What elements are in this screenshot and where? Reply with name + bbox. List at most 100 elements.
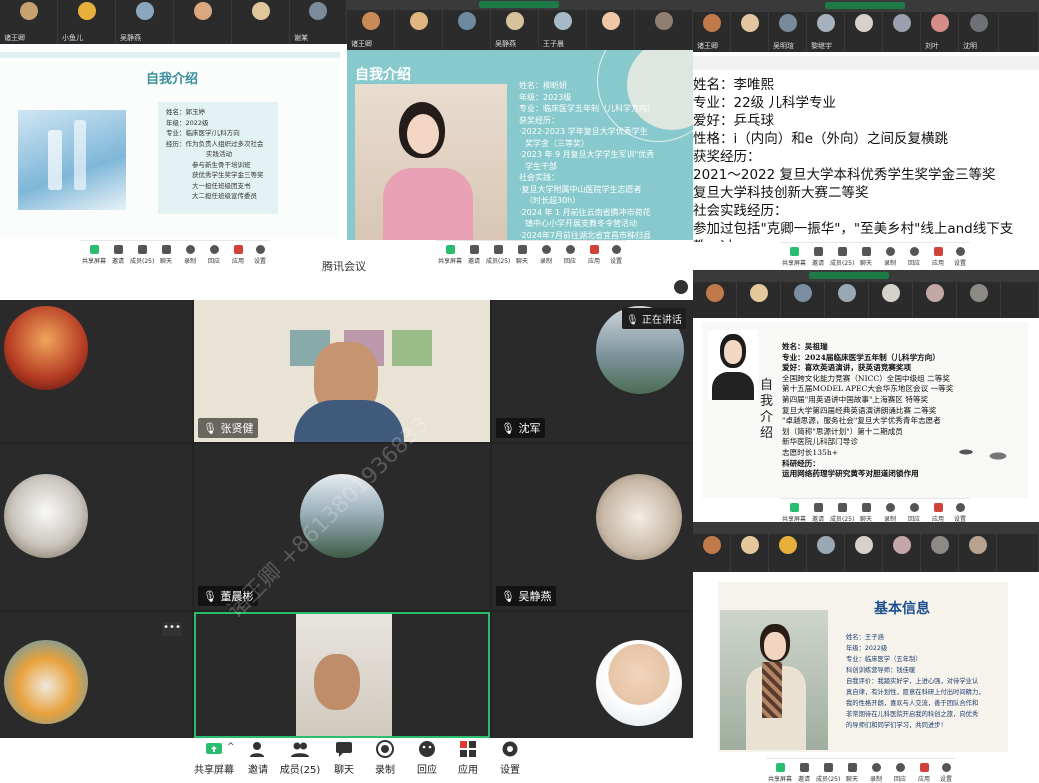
- participant-thumb[interactable]: [807, 534, 845, 572]
- participant-thumb[interactable]: [883, 534, 921, 572]
- toolbar-button[interactable]: 录制: [878, 503, 902, 523]
- participant-thumb[interactable]: [731, 534, 769, 572]
- video-tile-active[interactable]: [194, 612, 490, 738]
- avatar: [193, 2, 212, 20]
- participant-thumb[interactable]: [587, 10, 635, 50]
- participant-thumb[interactable]: 诸王卿: [347, 10, 395, 50]
- participant-thumb[interactable]: [845, 534, 883, 572]
- toolbar-button[interactable]: 成员(25): [830, 247, 854, 267]
- toolbar-button[interactable]: 设置: [248, 245, 272, 265]
- participant-thumb[interactable]: [693, 282, 737, 318]
- toolbar-button[interactable]: 录制: [864, 763, 888, 783]
- participant-thumb[interactable]: [997, 534, 1039, 572]
- toolbar-button[interactable]: 邀请: [806, 503, 830, 523]
- toolbar-button[interactable]: 邀请: [806, 247, 830, 267]
- participant-thumb[interactable]: [737, 282, 781, 318]
- toolbar-button[interactable]: 邀请: [792, 763, 816, 783]
- participant-thumb[interactable]: 吴明瑄: [769, 12, 807, 52]
- participant-thumb[interactable]: 诸王卿: [693, 12, 731, 52]
- toolbar-button[interactable]: 共享屏幕: [438, 245, 462, 265]
- toolbar-button[interactable]: 共享屏幕: [782, 247, 806, 267]
- participant-thumb[interactable]: [232, 0, 290, 44]
- participant-thumb[interactable]: [869, 282, 913, 318]
- slide-line: 专业：临床医学/儿科方向: [166, 129, 240, 137]
- chat-button[interactable]: 聊天: [322, 740, 366, 776]
- video-tile[interactable]: [492, 612, 693, 738]
- participant-thumb[interactable]: 谢某: [290, 0, 347, 44]
- toolbar-button[interactable]: 邀请: [462, 245, 486, 265]
- toolbar-button[interactable]: 设置: [604, 245, 628, 265]
- invite-button[interactable]: 邀请: [236, 740, 280, 776]
- video-tile-speaker[interactable]: 🎙 张贤健: [194, 300, 490, 442]
- toolbar-button[interactable]: 设置: [948, 503, 972, 523]
- participant-thumb[interactable]: [693, 534, 731, 572]
- toolbar-button[interactable]: 回应: [202, 245, 226, 265]
- participant-thumb[interactable]: [1001, 282, 1039, 318]
- toolbar-button[interactable]: 共享屏幕: [768, 763, 792, 783]
- settings-button[interactable]: 设置: [488, 740, 532, 776]
- participant-thumb[interactable]: [174, 0, 232, 44]
- participant-thumb[interactable]: 吴静燕: [116, 0, 174, 44]
- participant-thumb[interactable]: 黎继宇: [807, 12, 845, 52]
- toolbar-button[interactable]: 聊天: [840, 763, 864, 783]
- participant-thumb[interactable]: [395, 10, 443, 50]
- record-button[interactable]: 录制: [363, 740, 407, 776]
- participant-thumb[interactable]: [443, 10, 491, 50]
- video-tile[interactable]: [0, 300, 192, 442]
- participant-thumb[interactable]: 诸王卿: [0, 0, 58, 44]
- participant-thumb[interactable]: [921, 534, 959, 572]
- participant-thumb[interactable]: [845, 12, 883, 52]
- toolbar-button[interactable]: 应用: [926, 503, 950, 523]
- toolbar-button[interactable]: 应用: [582, 245, 606, 265]
- toolbar-button[interactable]: 录制: [178, 245, 202, 265]
- video-tile[interactable]: [0, 444, 192, 610]
- participant-thumb[interactable]: [957, 282, 1001, 318]
- toolbar-button[interactable]: 成员(25): [486, 245, 510, 265]
- toolbar-button[interactable]: 回应: [902, 503, 926, 523]
- toolbar-button[interactable]: 共享屏幕: [82, 245, 106, 265]
- toolbar-button[interactable]: 聊天: [854, 503, 878, 523]
- toolbar-button[interactable]: 应用: [226, 245, 250, 265]
- toolbar-button[interactable]: 应用: [926, 247, 950, 267]
- video-tile[interactable]: •••: [0, 612, 192, 738]
- participant-thumb[interactable]: [781, 282, 825, 318]
- video-tile[interactable]: 🎙 正在讲话 🎙 沈军: [492, 300, 693, 442]
- toolbar-button[interactable]: 邀请: [106, 245, 130, 265]
- toolbar-button[interactable]: 共享屏幕: [782, 503, 806, 523]
- toolbar-button[interactable]: 成员(25): [830, 503, 854, 523]
- participant-thumb[interactable]: 沈明: [959, 12, 999, 52]
- participant-thumb[interactable]: 刘叶: [921, 12, 959, 52]
- participant-thumb[interactable]: [825, 282, 869, 318]
- video-tile[interactable]: 🎙 吴静燕: [492, 444, 693, 610]
- toolbar-button[interactable]: 录制: [878, 247, 902, 267]
- reaction-button[interactable]: 回应: [405, 740, 449, 776]
- toolbar-button[interactable]: 设置: [948, 247, 972, 267]
- participant-name: 谢某: [294, 34, 308, 42]
- participant-thumb[interactable]: [913, 282, 957, 318]
- toolbar-button[interactable]: 录制: [534, 245, 558, 265]
- participant-thumb[interactable]: [731, 12, 769, 52]
- toolbar-button[interactable]: 回应: [902, 247, 926, 267]
- toolbar-button[interactable]: 应用: [912, 763, 936, 783]
- participant-thumb[interactable]: 小鱼儿: [58, 0, 116, 44]
- toolbar-button[interactable]: 回应: [558, 245, 582, 265]
- participant-thumb[interactable]: 王子晨: [539, 10, 587, 50]
- slide-line: 年级：2022级: [166, 118, 209, 127]
- apps-button[interactable]: 应用: [446, 740, 490, 776]
- toolbar-button[interactable]: 成员(25): [130, 245, 154, 265]
- toolbar-button[interactable]: 聊天: [154, 245, 178, 265]
- more-options-icon[interactable]: •••: [162, 622, 182, 636]
- toolbar-button[interactable]: 设置: [934, 763, 958, 783]
- participant-thumb[interactable]: [999, 12, 1039, 52]
- participant-thumb[interactable]: [959, 534, 997, 572]
- participant-thumb[interactable]: [883, 12, 921, 52]
- toolbar-button[interactable]: 聊天: [854, 247, 878, 267]
- participant-thumb[interactable]: 吴静燕: [491, 10, 539, 50]
- participant-thumb[interactable]: [635, 10, 693, 50]
- toolbar-button[interactable]: 回应: [888, 763, 912, 783]
- chevron-up-icon[interactable]: ^: [227, 742, 235, 752]
- members-button[interactable]: 成员(25): [278, 740, 322, 776]
- toolbar-button[interactable]: 聊天: [510, 245, 534, 265]
- participant-thumb[interactable]: [769, 534, 807, 572]
- toolbar-button[interactable]: 成员(25): [816, 763, 840, 783]
